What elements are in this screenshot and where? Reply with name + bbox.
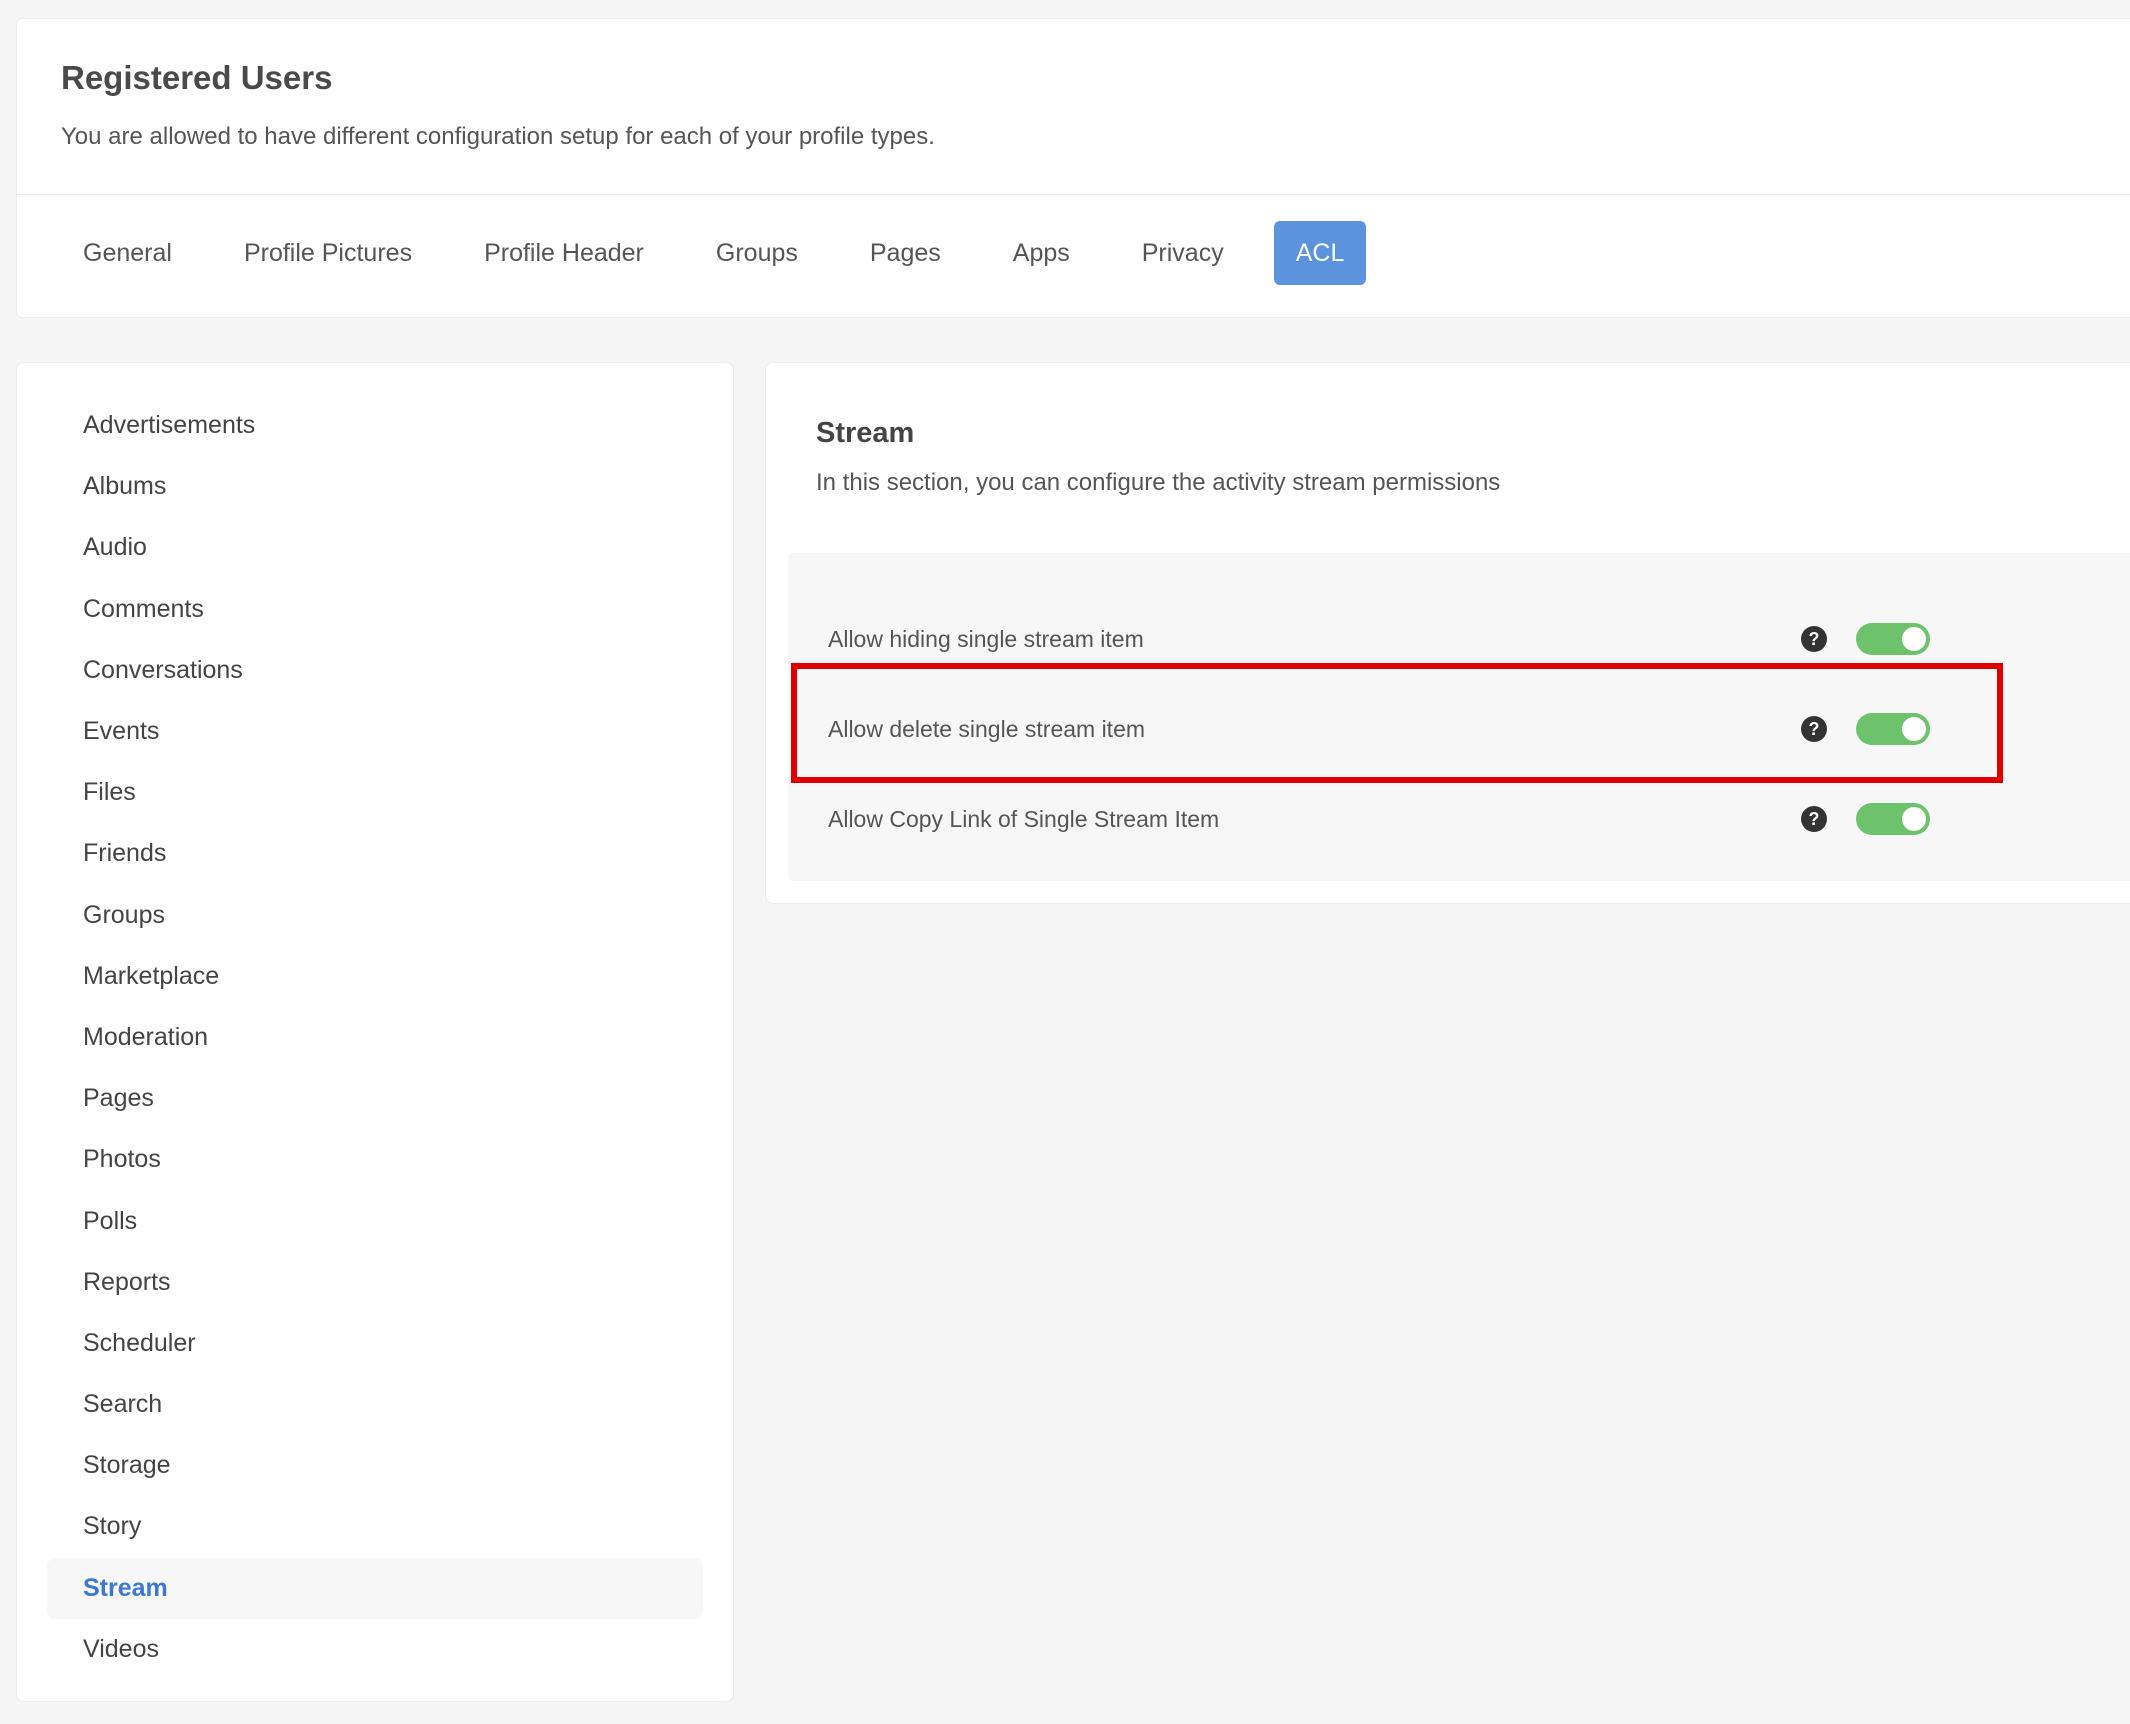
sidebar-item-storage[interactable]: Storage	[47, 1435, 703, 1496]
setting-row-copy-link-stream-item: Allow Copy Link of Single Stream Item ?	[788, 789, 2088, 849]
sidebar-item-marketplace[interactable]: Marketplace	[47, 946, 703, 1007]
tab-acl[interactable]: ACL	[1273, 221, 1367, 285]
sidebar-item-groups[interactable]: Groups	[47, 885, 703, 946]
setting-label: Allow hiding single stream item	[828, 625, 1144, 652]
tab-profile-pictures[interactable]: Profile Pictures	[222, 221, 434, 285]
tab-groups[interactable]: Groups	[694, 221, 820, 285]
sidebar-item-stream[interactable]: Stream	[47, 1557, 703, 1619]
sidebar-item-pages[interactable]: Pages	[47, 1068, 703, 1129]
tab-apps[interactable]: Apps	[991, 221, 1092, 285]
highlight-annotation-box	[791, 663, 2003, 783]
help-icon[interactable]: ?	[1801, 806, 1827, 832]
setting-label: Allow Copy Link of Single Stream Item	[828, 805, 1220, 832]
sidebar-item-audio[interactable]: Audio	[47, 517, 703, 578]
help-icon[interactable]: ?	[1801, 626, 1827, 652]
sidebar-item-comments[interactable]: Comments	[47, 579, 703, 640]
page-title: Registered Users	[61, 59, 333, 96]
sidebar-item-advertisements[interactable]: Advertisements	[47, 395, 703, 456]
sidebar-item-polls[interactable]: Polls	[47, 1190, 703, 1251]
setting-row-hide-stream-item: Allow hiding single stream item ?	[788, 609, 2088, 669]
profile-tabs: General Profile Pictures Profile Header …	[17, 195, 2130, 285]
section-title: Stream	[816, 417, 915, 449]
sidebar-item-files[interactable]: Files	[47, 762, 703, 823]
sidebar-item-conversations[interactable]: Conversations	[47, 640, 703, 701]
stream-settings-card: Stream In this section, you can configur…	[765, 362, 2130, 904]
hide-stream-item-toggle[interactable]	[1856, 623, 1930, 655]
sidebar-item-moderation[interactable]: Moderation	[47, 1007, 703, 1068]
sidebar-item-photos[interactable]: Photos	[47, 1129, 703, 1190]
sidebar-item-events[interactable]: Events	[47, 701, 703, 762]
tab-general[interactable]: General	[61, 221, 194, 285]
sidebar-item-videos[interactable]: Videos	[47, 1619, 703, 1680]
sidebar-item-story[interactable]: Story	[47, 1496, 703, 1557]
page-description: You are allowed to have different config…	[61, 123, 935, 150]
sidebar-item-friends[interactable]: Friends	[47, 823, 703, 884]
section-description: In this section, you can configure the a…	[816, 469, 1501, 496]
tab-profile-header[interactable]: Profile Header	[462, 221, 666, 285]
tab-pages[interactable]: Pages	[848, 221, 963, 285]
copy-link-stream-item-toggle[interactable]	[1856, 803, 1930, 835]
sidebar-item-search[interactable]: Search	[47, 1374, 703, 1435]
sidebar-item-reports[interactable]: Reports	[47, 1252, 703, 1313]
tab-privacy[interactable]: Privacy	[1120, 221, 1246, 285]
header-card: Registered Users You are allowed to have…	[16, 18, 2130, 318]
acl-sidebar: Advertisements Albums Audio Comments Con…	[16, 362, 734, 1702]
toggle-knob	[1902, 627, 1926, 651]
sidebar-item-scheduler[interactable]: Scheduler	[47, 1313, 703, 1374]
sidebar-item-albums[interactable]: Albums	[47, 456, 703, 517]
header-top: Registered Users You are allowed to have…	[17, 19, 2130, 195]
toggle-knob	[1902, 807, 1926, 831]
